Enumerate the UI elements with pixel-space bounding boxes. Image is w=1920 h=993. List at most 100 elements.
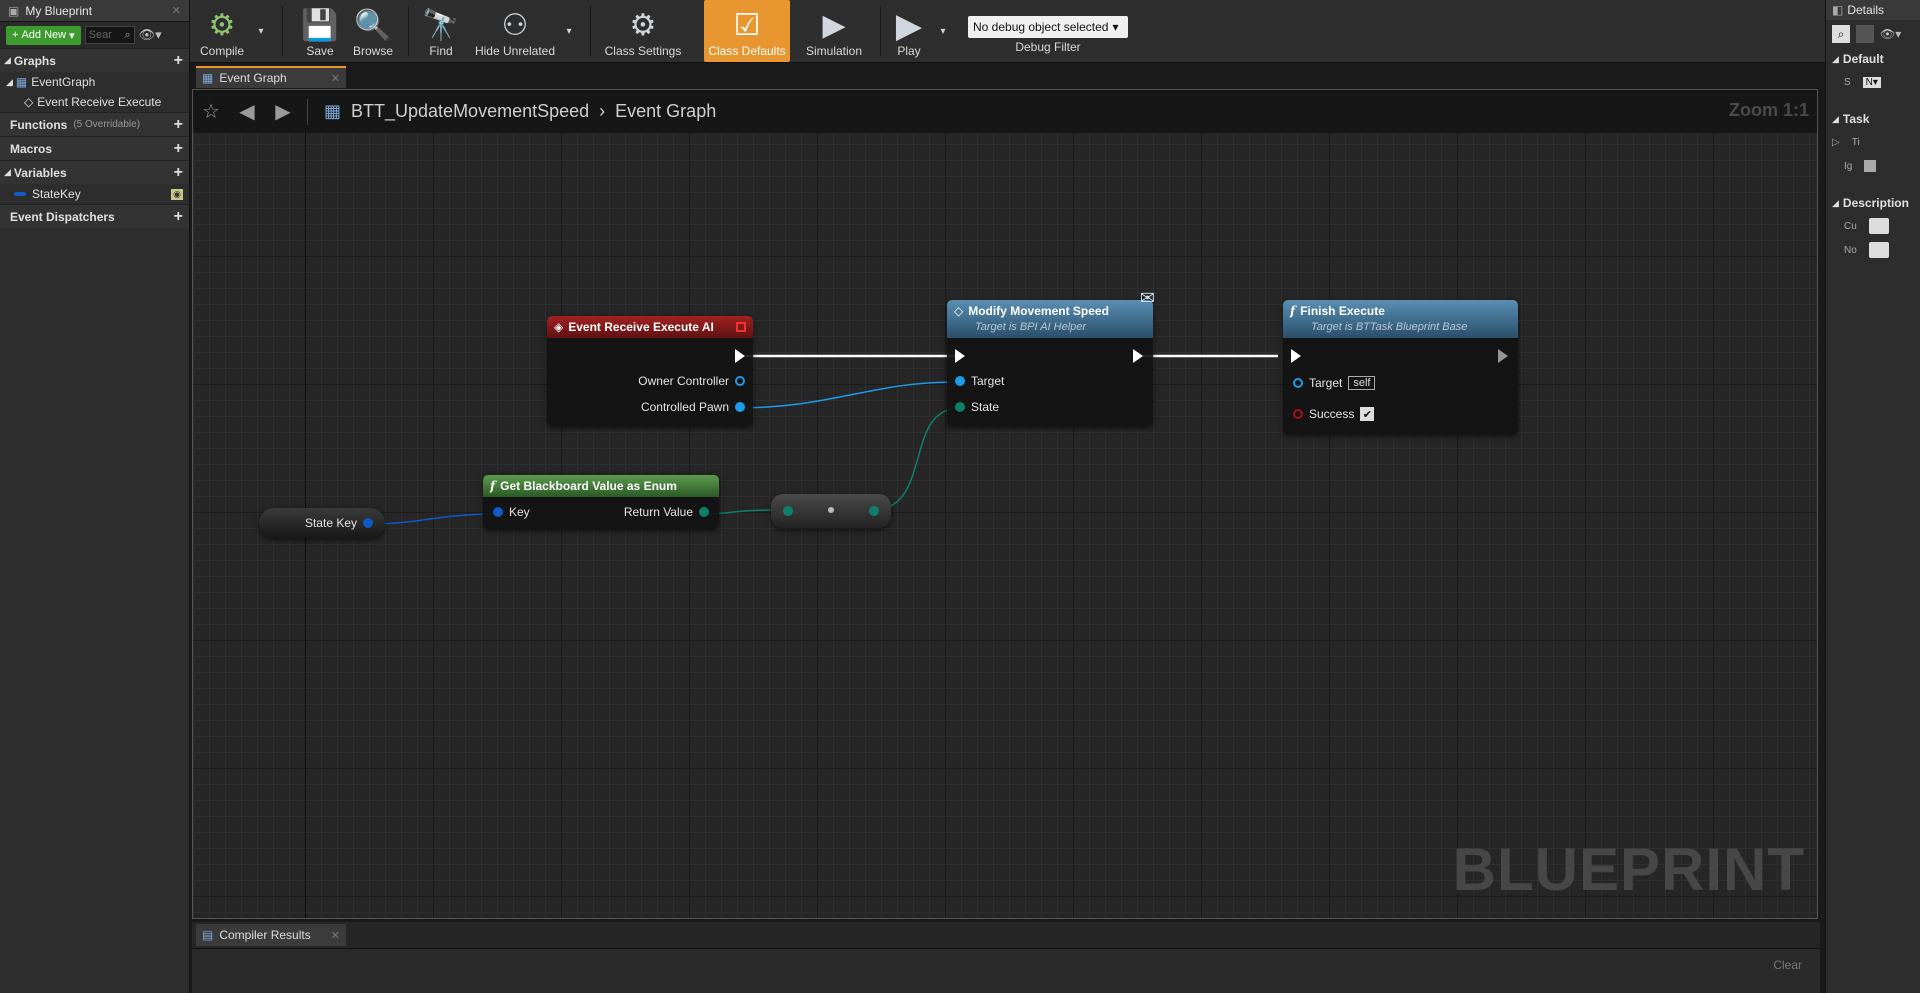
event-diamond-icon: ◈ <box>554 320 564 334</box>
hide-unrelated-dropdown[interactable]: ▾ <box>562 0 576 62</box>
add-macro-icon[interactable]: + <box>174 140 183 158</box>
find-button[interactable]: 🔭 Find <box>416 0 466 62</box>
section-task[interactable]: ◢ Task <box>1826 108 1920 130</box>
section-variables[interactable]: ◢ Variables + <box>0 160 189 184</box>
pin-label: Target <box>971 374 1005 388</box>
add-new-button[interactable]: + Add New ▾ <box>6 25 81 45</box>
graph-item-event-receive-execute[interactable]: ◇ Event Receive Execute <box>0 92 189 112</box>
visibility-eye-icon[interactable]: ◉ <box>171 188 183 200</box>
add-dispatcher-icon[interactable]: + <box>174 208 183 226</box>
pin-state[interactable]: State <box>955 400 999 414</box>
play-options-dropdown[interactable]: ▾ <box>936 0 950 62</box>
add-graph-icon[interactable]: + <box>174 52 183 70</box>
debug-object-select[interactable]: No debug object selected ▾ <box>968 16 1128 38</box>
event-delegate-icon[interactable] <box>736 322 746 332</box>
node-finish-execute[interactable]: f Finish Execute Target is BTTask Bluepr… <box>1283 300 1518 434</box>
ignore-checkbox[interactable] <box>1864 160 1877 172</box>
tab-compiler-results-label: Compiler Results <box>219 928 311 942</box>
enum-pin-icon[interactable] <box>869 506 879 516</box>
reroute-dot-icon <box>828 507 834 513</box>
enum-pin-icon[interactable] <box>783 506 793 516</box>
save-button[interactable]: 💾 Save <box>296 0 344 62</box>
details-tab[interactable]: ◧ Details <box>1826 0 1920 20</box>
section-default[interactable]: ◢ Default <box>1826 48 1920 70</box>
chevron-down-icon: ▾ <box>1112 20 1119 34</box>
details-row-default: S N▾ <box>1826 70 1920 94</box>
my-blueprint-tab-label: My Blueprint <box>25 3 93 18</box>
pin-controlled-pawn[interactable]: Controlled Pawn <box>641 400 745 414</box>
pin-state-key[interactable]: State Key <box>305 516 373 530</box>
hide-unrelated-button[interactable]: ⚇ Hide Unrelated <box>472 0 558 62</box>
browse-button[interactable]: 🔍 Browse <box>346 0 400 62</box>
blueprint-icon: ▣ <box>8 3 20 18</box>
binoculars-icon: 🔭 <box>422 9 460 42</box>
pin-target[interactable]: Target self <box>1293 376 1376 390</box>
add-variable-icon[interactable]: + <box>174 164 183 182</box>
simulation-button[interactable]: ▶ Simulation <box>796 0 872 62</box>
exec-output-pin[interactable] <box>1133 349 1143 363</box>
close-icon[interactable]: ✕ <box>331 929 340 942</box>
tab-event-graph[interactable]: ▦ Event Graph ✕ <box>196 66 346 88</box>
custom-description-field[interactable] <box>1868 218 1889 234</box>
node-event-receive-execute-ai[interactable]: ◈ Event Receive Execute AI Owner Control… <box>547 316 753 426</box>
add-function-icon[interactable]: + <box>174 116 183 134</box>
node-header: f Get Blackboard Value as Enum <box>483 475 719 497</box>
exec-output-pin[interactable] <box>1498 349 1508 363</box>
node-state-key-getter[interactable]: State Key <box>259 508 385 538</box>
grid-view-icon[interactable] <box>1856 25 1874 43</box>
pin-key[interactable]: Key <box>493 505 530 519</box>
tab-compiler-results[interactable]: ▤ Compiler Results ✕ <box>196 924 346 946</box>
node-modify-movement-speed[interactable]: ◇ Modify Movement Speed Target is BPI AI… <box>947 288 1155 426</box>
graph-item-eventgraph[interactable]: ◢ ▦ EventGraph <box>0 72 189 92</box>
node-title: Finish Execute <box>1300 304 1385 318</box>
class-settings-label: Class Settings <box>604 44 682 58</box>
graph-canvas[interactable]: ☆ ◀ ▶ ▦ BTT_UpdateMovementSpeed › Event … <box>192 89 1818 919</box>
exec-input-pin[interactable] <box>1291 349 1301 363</box>
node-get-blackboard-value-as-enum[interactable]: f Get Blackboard Value as Enum Key Retur… <box>483 475 719 529</box>
success-checkbox[interactable]: ✔ <box>1360 407 1375 421</box>
section-graphs[interactable]: ◢ Graphs + <box>0 48 189 72</box>
details-row-task-ti[interactable]: ▷ Ti <box>1826 130 1920 154</box>
message-envelope-icon: ✉ <box>1139 288 1155 308</box>
compile-button[interactable]: ⚙ Compile <box>196 0 248 62</box>
exec-pin-icon <box>735 349 745 363</box>
compile-options-dropdown[interactable]: ▾ <box>254 0 268 62</box>
close-icon[interactable]: ✕ <box>331 72 340 85</box>
section-macros[interactable]: Macros + <box>0 136 189 160</box>
close-icon[interactable]: ✕ <box>172 4 181 17</box>
pin-target[interactable]: Target <box>955 374 1004 388</box>
compile-gear-icon: ⚙ <box>208 9 236 42</box>
class-settings-button[interactable]: ⚙ Class Settings <box>602 0 684 62</box>
my-blueprint-tab[interactable]: ▣ My Blueprint ✕ <box>0 0 189 22</box>
section-functions-label: Functions <box>10 117 68 132</box>
node-reroute-conversion[interactable] <box>771 494 891 528</box>
class-defaults-button[interactable]: ☑ Class Defaults <box>704 0 790 62</box>
node-name-field[interactable] <box>1868 242 1889 258</box>
exec-output-pin[interactable] <box>735 349 745 363</box>
collapse-arrow-icon: ◢ <box>1832 53 1839 64</box>
object-wire <box>736 381 961 409</box>
section-description[interactable]: ◢ Description <box>1826 192 1920 214</box>
section-event-dispatchers[interactable]: Event Dispatchers + <box>0 204 189 228</box>
hide-unrelated-label: Hide Unrelated <box>474 44 556 58</box>
pin-owner-controller[interactable]: Owner Controller <box>638 374 745 388</box>
clear-button[interactable]: Clear <box>1773 958 1802 972</box>
enum-pin-icon <box>955 402 965 412</box>
pin-return-value[interactable]: Return Value <box>624 505 709 519</box>
compile-label: Compile <box>199 44 244 58</box>
play-button[interactable]: ▶ Play <box>888 0 930 62</box>
bool-pin-icon <box>1293 409 1303 419</box>
variable-item-statekey[interactable]: StateKey ◉ <box>0 184 189 204</box>
details-row-desc-cu: Cu <box>1826 214 1920 238</box>
eye-icon[interactable]: 👁▾ <box>1880 27 1901 41</box>
variable-item-label: StateKey <box>32 187 81 201</box>
section-functions[interactable]: Functions (5 Overridable) + <box>0 112 189 136</box>
toolbar-separator <box>590 6 591 56</box>
value-dropdown[interactable]: N▾ <box>1862 76 1881 88</box>
enum-pin-icon <box>699 507 709 517</box>
exec-input-pin[interactable] <box>955 349 965 363</box>
pin-success[interactable]: Success ✔ <box>1293 407 1375 421</box>
eye-icon[interactable]: 👁▾ <box>139 27 162 43</box>
search-icon[interactable]: ⌕ <box>1832 25 1850 43</box>
search-input[interactable]: Sear ⌕ <box>84 26 135 44</box>
